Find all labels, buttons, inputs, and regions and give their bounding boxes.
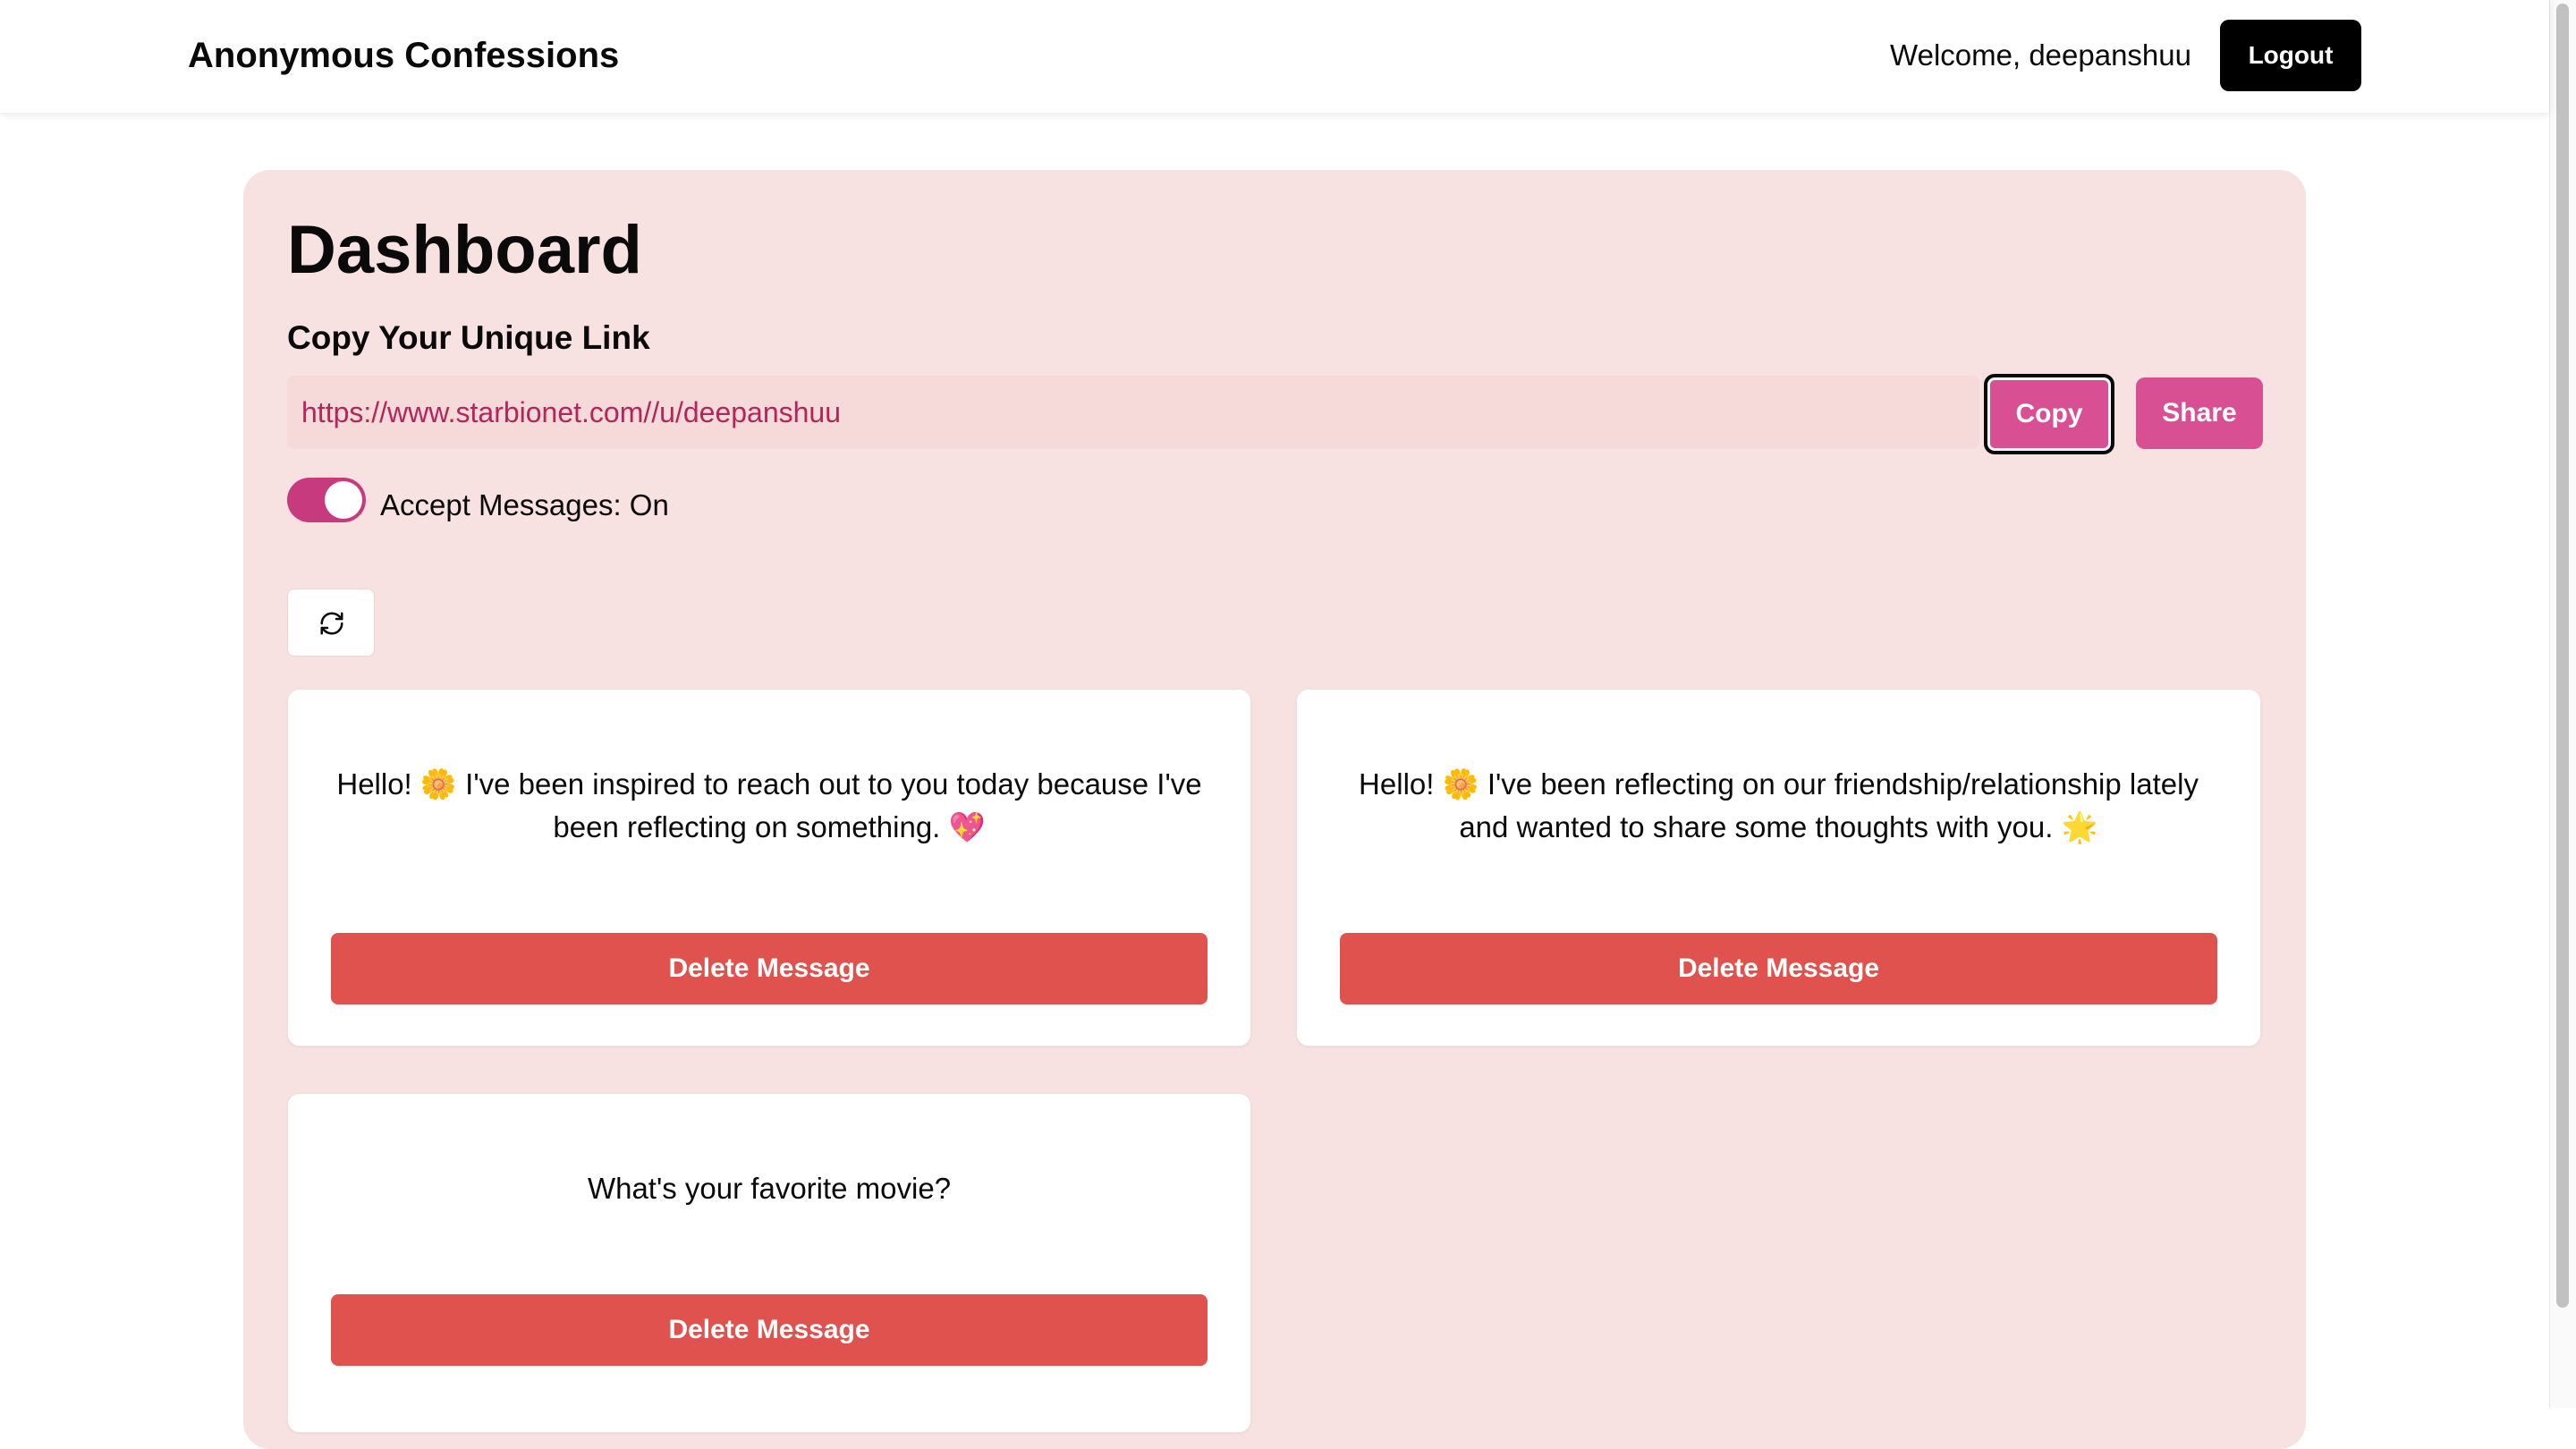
- message-text: Hello! 🌼 I've been reflecting on our fri…: [1359, 767, 2199, 843]
- share-button[interactable]: Share: [2136, 377, 2263, 449]
- unique-link-input[interactable]: [287, 376, 1979, 449]
- message-text: What's your favorite movie?: [587, 1172, 952, 1205]
- refresh-icon: [320, 612, 343, 635]
- scrollbar-thumb[interactable]: [2556, 4, 2569, 1308]
- delete-message-button[interactable]: Delete Message: [331, 1294, 1208, 1366]
- navbar: Anonymous Confessions Welcome, deepanshu…: [0, 0, 2549, 113]
- toggle-knob: [325, 481, 362, 519]
- message-card: Hello! 🌼 I've been reflecting on our fri…: [1296, 689, 2261, 1046]
- accept-messages-label: Accept Messages: On: [380, 488, 669, 521]
- accept-messages-toggle[interactable]: [287, 478, 366, 522]
- unique-link-heading: Copy Your Unique Link: [287, 319, 650, 356]
- copy-button[interactable]: Copy: [1984, 374, 2114, 454]
- brand-title[interactable]: Anonymous Confessions: [188, 30, 619, 80]
- welcome-text: Welcome, deepanshuu: [1890, 38, 2191, 72]
- refresh-button[interactable]: [287, 589, 375, 657]
- logout-button[interactable]: Logout: [2220, 20, 2361, 91]
- delete-message-button[interactable]: Delete Message: [331, 933, 1208, 1004]
- page-title: Dashboard: [287, 212, 642, 288]
- message-card: What's your favorite movie? Delete Messa…: [287, 1093, 1251, 1433]
- message-card: Hello! 🌼 I've been inspired to reach out…: [287, 689, 1251, 1046]
- message-text: Hello! 🌼 I've been inspired to reach out…: [336, 767, 1202, 843]
- delete-message-button[interactable]: Delete Message: [1340, 933, 2217, 1004]
